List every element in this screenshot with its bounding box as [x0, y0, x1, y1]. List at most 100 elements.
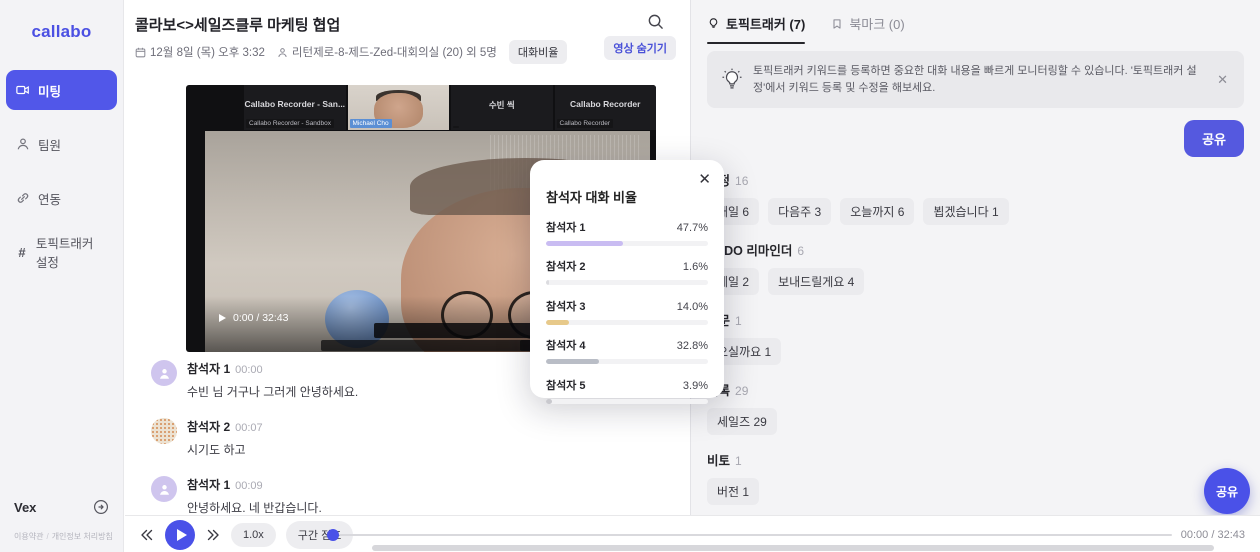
tab-bookmarks[interactable]: 북마크 (0)	[831, 14, 905, 44]
keyword-section: 질문1 오실까요 1	[707, 310, 1244, 365]
ratio-bar-track	[546, 319, 708, 325]
modal-close-icon[interactable]: ✕	[698, 170, 711, 188]
keyword-chip[interactable]: 보내드릴게요 4	[768, 268, 865, 295]
privacy-link[interactable]: 개인정보 처리방침	[52, 532, 113, 541]
keyword-chip[interactable]: 세일즈 29	[707, 408, 777, 435]
utterance-time[interactable]: 00:00	[235, 364, 263, 376]
tile-name-label: Michael Cho	[349, 119, 392, 128]
ratio-bar-track	[546, 280, 708, 285]
participant-ratio-row: 참석자 4 32.8%	[546, 337, 708, 364]
sidebar-item-label: 연동	[38, 192, 62, 207]
tile-name-label: Callabo Recorder - Sandbox	[246, 119, 335, 128]
tile-name-label: Callabo Recorder	[556, 119, 614, 128]
utterance-time[interactable]: 00:09	[235, 480, 263, 492]
speaker-name: 참석자 2	[187, 420, 231, 434]
play-icon[interactable]	[219, 314, 226, 322]
utterance-text: 안녕하세요. 네 반갑습니다.	[187, 501, 322, 515]
sidebar-menu: 미팅 팀원 연동 # 토픽트래커 설정	[0, 70, 123, 272]
speaker-avatar	[151, 360, 177, 386]
lightbulb-tip-icon	[721, 68, 743, 92]
terms-link[interactable]: 이용약관	[14, 532, 43, 541]
link-icon	[16, 191, 30, 205]
tip-banner: 토픽트래커 키워드를 등록하면 중요한 대화 내용을 빠르게 모니터링할 수 있…	[707, 51, 1244, 108]
search-icon[interactable]	[647, 13, 664, 30]
share-button[interactable]: 공유	[1184, 120, 1244, 157]
participant-ratio-row: 참석자 3 14.0%	[546, 298, 708, 325]
sidebar-item-team[interactable]: 팀원	[6, 124, 117, 164]
transcript-item[interactable]: 참석자 2 00:07 시기도 하고	[151, 418, 680, 458]
utterance-time[interactable]: 00:07	[235, 422, 263, 434]
keyword-section: TODO 리마인더 6 메일 2 보내드릴게요 4	[707, 240, 1244, 295]
keyword-section: 비토 1 버전 1	[707, 450, 1244, 505]
ratio-bar-track	[546, 398, 708, 404]
participant-ratio-row: 참석자 2 1.6%	[546, 258, 708, 285]
ratio-bar-track	[546, 240, 708, 246]
ratio-bar-fill	[546, 359, 600, 364]
caption-overlay	[374, 323, 540, 338]
page-title: 콜라보<>세일즈클루 마케팅 협업	[135, 17, 341, 34]
video-tile: Callabo Recorder - San... Callabo Record…	[244, 85, 346, 130]
transcript-item[interactable]: 참석자 1 00:09 안녕하세요. 네 반갑습니다.	[151, 476, 680, 516]
sidebar-item-integrations[interactable]: 연동	[6, 178, 117, 218]
keyword-chip[interactable]: 뵙겠습니다 1	[923, 198, 1009, 225]
speaker-avatar	[151, 476, 177, 502]
keyword-chip[interactable]: 버전 1	[707, 478, 760, 505]
keyword-section: 기록29 세일즈 29	[707, 380, 1244, 435]
sidebar-item-meetings[interactable]: 미팅	[6, 70, 117, 110]
sidebar-item-topic-tracker-settings[interactable]: # 토픽트래커 설정	[6, 232, 117, 272]
attendee-icon	[277, 47, 288, 58]
speaker-name: 참석자 1	[187, 478, 231, 492]
banner-close-icon[interactable]: ✕	[1215, 72, 1230, 88]
conversation-ratio-chip[interactable]: 대화비율	[508, 40, 568, 64]
skip-forward-icon[interactable]	[205, 527, 221, 543]
tip-text: 토픽트래커 키워드를 등록하면 중요한 대화 내용을 빠르게 모니터링할 수 있…	[753, 65, 1197, 94]
ratio-bar-fill	[546, 398, 553, 404]
participant-tiles: Callabo Recorder - San... Callabo Record…	[244, 85, 656, 130]
video-tile: 수빈 씩	[451, 85, 553, 130]
video-camera-icon	[16, 83, 30, 97]
playback-time: 00:00 / 32:43	[1180, 529, 1245, 541]
hide-video-button[interactable]: 영상 숨기기	[604, 36, 676, 60]
tile-name-label	[453, 126, 459, 128]
keyword-section: 일정16 내일 6 다음주 3 오늘까지 6 뵙겠습니다 1	[707, 170, 1244, 225]
topic-tracker-panel: 토픽트래커 (7) 북마크 (0) 토픽트래커 키워드를 등록하면 중요한 대화…	[690, 0, 1260, 515]
ratio-bar-fill	[546, 240, 624, 246]
hash-icon: #	[18, 244, 26, 260]
ratio-bar-track	[546, 359, 708, 364]
meeting-attendees: 리턴제로-8-제드-Zed-대회의실 (20) 외 5명	[277, 44, 497, 60]
keyword-sections: 일정16 내일 6 다음주 3 오늘까지 6 뵙겠습니다 1 TODO 리마인더…	[707, 170, 1244, 515]
skip-back-icon[interactable]	[139, 527, 155, 543]
play-button[interactable]	[165, 519, 195, 550]
panel-tabs: 토픽트래커 (7) 북마크 (0)	[707, 14, 1244, 44]
workspace-name: Vex	[14, 499, 37, 515]
talk-ratio-modal: ✕ 참석자 대화 비율 참석자 1 47.7% 참석자 2 1.6% 참석자 3 14…	[530, 160, 724, 404]
keyword-chip[interactable]: 다음주 3	[768, 198, 832, 225]
horizontal-scrollbar[interactable]	[372, 545, 1214, 551]
expand-arrow-icon[interactable]	[93, 499, 109, 515]
person-icon	[16, 137, 30, 151]
app-window: callabo 미팅 팀원 연동 # 토픽트래커 설정 Vex 이용약관 / 개…	[0, 0, 1260, 552]
sidebar-item-label: 미팅	[38, 84, 62, 99]
lightbulb-icon	[707, 17, 720, 30]
tab-topic-tracker[interactable]: 토픽트래커 (7)	[707, 14, 806, 44]
ratio-bar-fill	[546, 319, 569, 325]
speaker-name: 참석자 1	[187, 362, 231, 376]
callabo-logo: callabo	[31, 22, 92, 41]
seek-track[interactable]	[339, 534, 1172, 536]
utterance-text: 시기도 하고	[187, 443, 246, 457]
sidebar-footer: Vex 이용약관 / 개인정보 처리방침	[14, 499, 113, 542]
bookmark-icon	[831, 18, 843, 30]
calendar-icon	[135, 47, 146, 58]
sidebar: callabo 미팅 팀원 연동 # 토픽트래커 설정 Vex 이용약관 / 개…	[0, 0, 124, 552]
speaker-avatar	[151, 418, 177, 444]
seek-handle[interactable]	[327, 529, 339, 541]
utterance-text: 수빈 님 거구나 그러게 안녕하세요.	[187, 385, 359, 399]
keyword-chip[interactable]: 오늘까지 6	[840, 198, 915, 225]
video-tile-webcam: Michael Cho	[347, 85, 449, 130]
playback-speed-button[interactable]: 1.0x	[231, 522, 276, 547]
floating-share-button[interactable]: 공유	[1204, 468, 1250, 514]
video-tile: Callabo Recorder Callabo Recorder	[554, 85, 656, 130]
participant-ratio-row: 참석자 1 47.7%	[546, 219, 708, 246]
video-timestamp: 0:00 / 32:43	[219, 312, 288, 324]
sidebar-item-label: 토픽트래커 설정	[35, 237, 94, 270]
